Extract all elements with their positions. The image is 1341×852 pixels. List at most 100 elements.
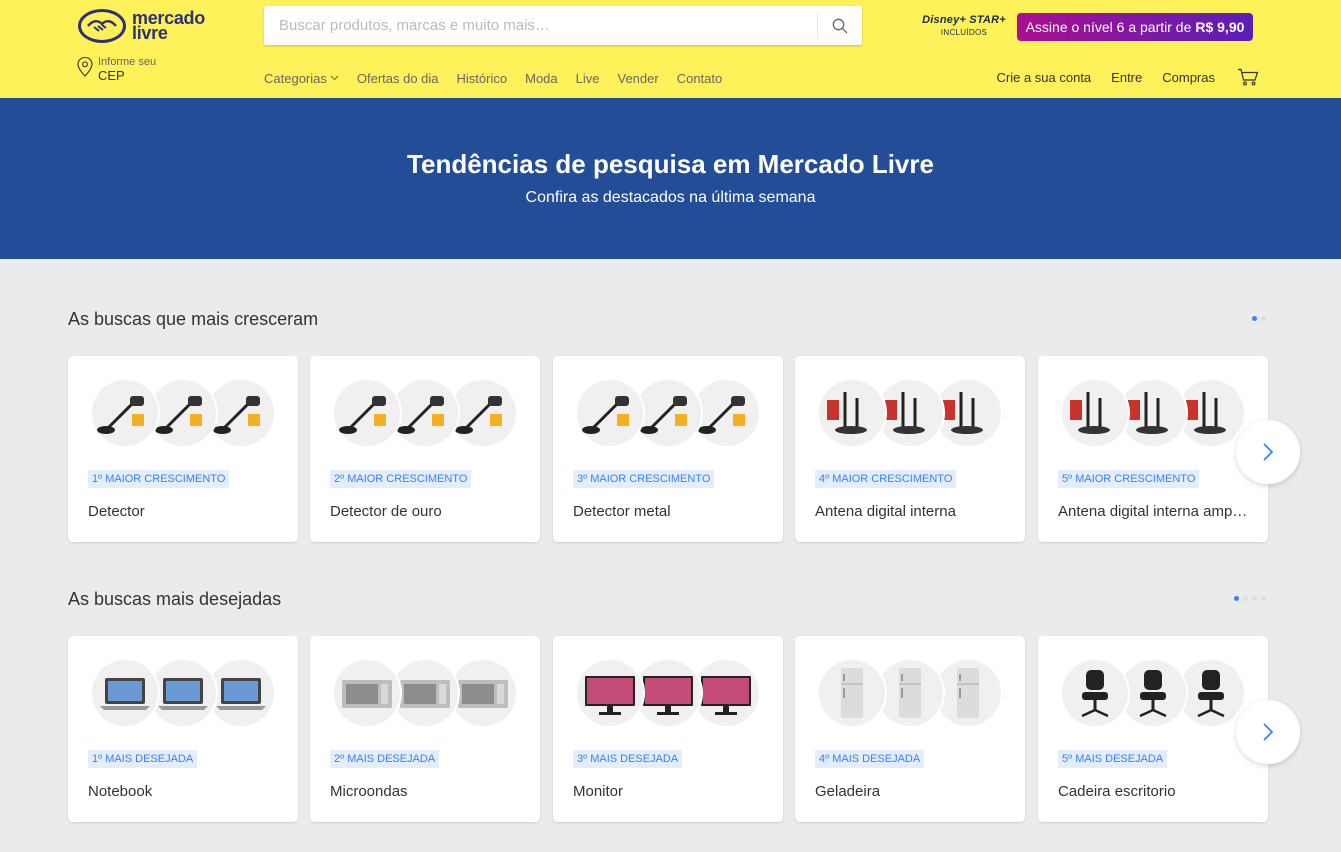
search-term-label: Detector de ouro <box>330 503 442 520</box>
search-input[interactable] <box>264 6 817 45</box>
card-carousel: 1º MAIOR CRESCIMENTO Detector 2º MAIOR CRE… <box>68 356 1300 542</box>
antenna-thumbnail <box>1060 378 1130 448</box>
carousel-next-button[interactable] <box>1236 700 1300 764</box>
card-carousel: 1º MAIS DESEJADA Notebook 2º MAIS DESEJADA… <box>68 636 1300 822</box>
banner-title: Tendências de pesquisa em Mercado Livre <box>407 149 934 179</box>
product-thumbnails <box>1060 378 1246 448</box>
cart-icon <box>1238 68 1259 86</box>
rank-badge: 2º MAIS DESEJADA <box>330 750 440 768</box>
promo-price: R$ 9,90 <box>1195 19 1245 35</box>
product-thumbnails <box>332 378 518 448</box>
subscription-promo-button[interactable]: Assine o nível 6 a partir de R$ 9,90 <box>1017 13 1253 41</box>
section-title: As buscas que mais cresceram <box>68 309 319 329</box>
product-thumbnails <box>90 378 276 448</box>
logo-line2: livre <box>132 23 168 43</box>
rank-badge: 2º MAIOR CRESCIMENTO <box>330 470 472 488</box>
search-term-label: Notebook <box>88 783 153 800</box>
logo-text: mercado livre <box>132 9 205 43</box>
mercado-livre-logo[interactable]: mercado livre <box>78 8 218 44</box>
login-link[interactable]: Entre <box>1111 70 1142 85</box>
chevron-down-icon <box>330 75 339 81</box>
trend-card[interactable]: 4º MAIS DESEJADA Geladeira <box>795 636 1025 822</box>
rank-badge: 3º MAIS DESEJADA <box>573 750 683 768</box>
rank-badge: 3º MAIOR CRESCIMENTO <box>573 470 715 488</box>
product-thumbnails <box>1060 658 1246 728</box>
search-icon <box>832 18 848 33</box>
laptop-thumbnail <box>90 658 160 728</box>
carousel-next-button[interactable] <box>1236 420 1300 484</box>
cart-button[interactable] <box>1237 68 1259 86</box>
nav-item-live[interactable]: Live <box>576 70 600 86</box>
handshake-icon <box>78 9 126 43</box>
create-account-link[interactable]: Crie a sua conta <box>997 70 1092 85</box>
carousel-dot[interactable] <box>1261 596 1266 601</box>
section-most-grown: As buscas que mais cresceram 1º MAIOR CR… <box>68 308 1300 542</box>
trend-card[interactable]: 2º MAIS DESEJADA Microondas <box>310 636 540 822</box>
nav-item-categorias[interactable]: Categorias <box>264 70 339 86</box>
trend-card[interactable]: 1º MAIS DESEJADA Notebook <box>68 636 298 822</box>
cep-selector[interactable]: Informe seu CEP <box>76 56 156 86</box>
location-pin-icon <box>77 56 93 77</box>
section-most-wanted: As buscas mais desejadas 1º MAIS DESEJAD… <box>68 588 1300 822</box>
search-term-label: Antena digital interna <box>815 503 956 520</box>
nav-item-moda[interactable]: Moda <box>525 70 558 86</box>
search-bar <box>264 6 862 45</box>
search-term-label: Cadeira escritorio <box>1058 783 1176 800</box>
antenna-thumbnail <box>817 378 887 448</box>
nav-item-historico[interactable]: Histórico <box>457 70 508 86</box>
disney-included-text: INCLUÍDOS <box>940 28 988 37</box>
purchases-link[interactable]: Compras <box>1162 70 1215 85</box>
nav-item-contato[interactable]: Contato <box>677 70 723 86</box>
carousel-dot[interactable] <box>1234 596 1239 601</box>
product-thumbnails <box>575 658 761 728</box>
main-nav: Categorias Ofertas do dia Histórico Moda… <box>264 70 740 86</box>
product-thumbnails <box>817 658 1003 728</box>
trend-card[interactable]: 2º MAIOR CRESCIMENTO Detector de ouro <box>310 356 540 542</box>
trend-card[interactable]: 5º MAIS DESEJADA Cadeira escritorio <box>1038 636 1268 822</box>
trends-banner: Tendências de pesquisa em Mercado Livre … <box>0 98 1341 259</box>
nav-item-vender[interactable]: Vender <box>618 70 659 86</box>
detector-thumbnail <box>332 378 402 448</box>
section-title: As buscas mais desejadas <box>68 589 282 609</box>
nav-item-ofertas[interactable]: Ofertas do dia <box>357 70 439 86</box>
product-thumbnails <box>332 658 518 728</box>
carousel-dot[interactable] <box>1261 316 1266 321</box>
trend-card[interactable]: 4º MAIOR CRESCIMENTO Antena digital inter… <box>795 356 1025 542</box>
trend-card[interactable]: 1º MAIOR CRESCIMENTO Detector <box>68 356 298 542</box>
rank-badge: 4º MAIOR CRESCIMENTO <box>815 470 957 488</box>
fridge-thumbnail <box>817 658 887 728</box>
disney-star-badge[interactable]: Disney+ STAR+ INCLUÍDOS <box>918 12 1010 46</box>
cep-label: CEP <box>98 68 125 83</box>
carousel-dots <box>1248 316 1266 321</box>
account-menu: Crie a sua conta Entre Compras <box>977 66 1260 88</box>
cep-text: Informe seu CEP <box>98 56 156 82</box>
trend-card[interactable]: 5º MAIOR CRESCIMENTO Antena digital inter… <box>1038 356 1268 542</box>
monitor-thumbnail <box>575 658 645 728</box>
microwave-thumbnail <box>332 658 402 728</box>
search-term-label: Antena digital interna amplificada <box>1058 503 1250 520</box>
rank-badge: 4º MAIS DESEJADA <box>815 750 925 768</box>
chevron-right-icon <box>1263 443 1274 461</box>
disney-star-brands: Disney+ STAR+ <box>922 14 1006 26</box>
search-term-label: Microondas <box>330 783 408 800</box>
rank-badge: 5º MAIOR CRESCIMENTO <box>1058 470 1200 488</box>
carousel-dot[interactable] <box>1252 316 1257 321</box>
rank-badge: 1º MAIS DESEJADA <box>88 750 198 768</box>
trend-card[interactable]: 3º MAIOR CRESCIMENTO Detector metal <box>553 356 783 542</box>
detector-thumbnail <box>575 378 645 448</box>
detector-thumbnail <box>90 378 160 448</box>
nav-label-categorias: Categorias <box>264 70 327 86</box>
chevron-right-icon <box>1263 723 1274 741</box>
search-term-label: Monitor <box>573 783 624 800</box>
search-term-label: Detector <box>88 503 145 520</box>
header: mercado livre Disney+ STAR+ INCLUÍDOS As… <box>0 0 1341 98</box>
trend-card[interactable]: 3º MAIS DESEJADA Monitor <box>553 636 783 822</box>
search-term-label: Detector metal <box>573 503 671 520</box>
carousel-dot[interactable] <box>1243 596 1248 601</box>
promo-text: Assine o nível 6 a partir de <box>1025 19 1192 35</box>
banner-subtitle: Confira as destacados na última semana <box>525 189 816 206</box>
product-thumbnails <box>575 378 761 448</box>
carousel-dot[interactable] <box>1252 596 1257 601</box>
product-thumbnails <box>90 658 276 728</box>
search-button[interactable] <box>818 6 862 45</box>
